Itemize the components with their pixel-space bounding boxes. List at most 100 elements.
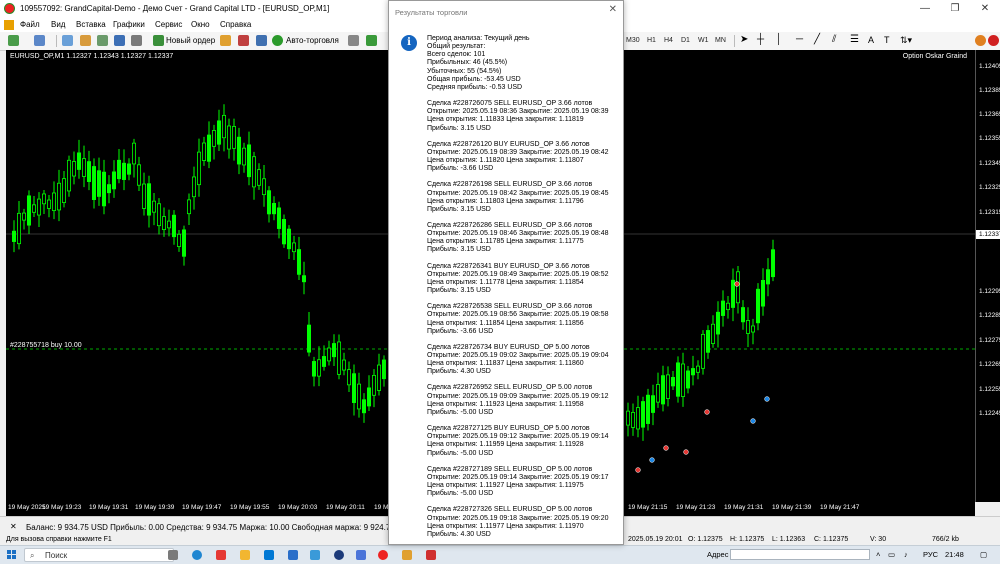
search-icon[interactable] — [975, 35, 986, 46]
candle — [72, 161, 77, 177]
new-order-button[interactable]: Новый ордер — [166, 36, 215, 45]
task-view-icon[interactable] — [168, 550, 178, 560]
timeframe-d1[interactable]: D1 — [681, 37, 690, 44]
notification-icon[interactable] — [988, 35, 999, 46]
profiles-icon[interactable] — [34, 35, 45, 46]
chart-candles-icon[interactable] — [366, 35, 377, 46]
signals-icon[interactable] — [256, 35, 267, 46]
cursor-tool-icon[interactable]: ➤ — [740, 34, 748, 45]
candle — [641, 401, 646, 428]
timeframe-w1[interactable]: W1 — [698, 37, 709, 44]
crosshair-icon[interactable]: ┼ — [757, 34, 764, 45]
candle — [736, 271, 741, 304]
candle — [36, 198, 41, 216]
channel-icon[interactable]: ⫽ — [832, 34, 836, 45]
menu-tools[interactable]: Сервис — [155, 20, 182, 29]
trade-record: Сделка #228726952 SELL EURUSD_OP 5.00 ло… — [427, 384, 619, 417]
candle — [186, 199, 191, 215]
address-input[interactable] — [730, 549, 870, 560]
text-tool-icon[interactable]: A — [868, 35, 874, 45]
file-explorer-icon[interactable] — [240, 550, 250, 560]
indicator-label: Option Oskar Graind — [902, 53, 967, 60]
trade-line: Прибыль: -5.00 USD — [427, 449, 494, 457]
notification-center-icon[interactable]: ▢ — [980, 550, 987, 559]
candle — [191, 176, 196, 198]
minimize-button[interactable]: — — [910, 0, 940, 18]
trade-line: Цена открытия: 1.11833 Цена закрытия: 1.… — [427, 116, 584, 124]
candle — [221, 114, 226, 139]
terminal-close-icon[interactable]: ✕ — [10, 522, 17, 531]
trade-line: Цена открытия: 1.11923 Цена закрытия: 1.… — [427, 400, 584, 408]
expert-icon[interactable] — [238, 35, 249, 46]
label-tool-icon[interactable]: T — [884, 35, 890, 45]
timeframe-h4[interactable]: H4 — [664, 37, 673, 44]
new-order-icon[interactable] — [153, 35, 164, 46]
volume-icon[interactable]: ♪ — [904, 550, 908, 559]
trade-line: Цена открытия: 1.11927 Цена закрытия: 1.… — [427, 482, 584, 490]
strategy-tester-icon[interactable] — [131, 35, 142, 46]
network-icon[interactable]: ▭ — [888, 550, 895, 559]
candle — [251, 156, 256, 188]
timeframe-h1[interactable]: H1 — [647, 37, 656, 44]
restore-button[interactable]: ❐ — [940, 0, 970, 18]
summary-line: Общий результат: — [427, 43, 486, 51]
trade-line: Цена открытия: 1.11977 Цена закрытия: 1.… — [427, 522, 584, 530]
menu-charts[interactable]: Графики — [113, 20, 145, 29]
menu-window[interactable]: Окно — [191, 20, 210, 29]
arrows-tool-icon[interactable]: ⇅▾ — [900, 35, 912, 46]
chart-bars-icon[interactable] — [348, 35, 359, 46]
candle — [271, 202, 276, 215]
terminal-icon[interactable] — [114, 35, 125, 46]
crosshair-tool-icon[interactable] — [80, 35, 91, 46]
app-icon[interactable] — [334, 550, 344, 560]
menu-help[interactable]: Справка — [220, 20, 251, 29]
terminal-app-icon[interactable] — [378, 550, 388, 560]
close-button[interactable]: ✕ — [970, 0, 1000, 18]
auto-trading-button[interactable]: Авто-торговля — [286, 36, 339, 45]
yandex-browser-icon[interactable] — [216, 550, 226, 560]
fibonacci-icon[interactable]: ☰ — [850, 34, 859, 45]
candle — [321, 356, 326, 367]
account-summary: Баланс: 9 934.75 USD Прибыль: 0.00 Средс… — [26, 523, 428, 532]
mdi-icon[interactable] — [4, 20, 14, 30]
menu-insert[interactable]: Вставка — [76, 20, 106, 29]
telegram-icon[interactable] — [310, 550, 320, 560]
navigator-icon[interactable] — [97, 35, 108, 46]
timeframe-mn[interactable]: MN — [715, 37, 726, 44]
windows-start-icon[interactable] — [7, 550, 17, 560]
market-watch-icon[interactable] — [62, 35, 73, 46]
yandex-app-icon[interactable] — [426, 550, 436, 560]
auto-trading-icon[interactable] — [272, 35, 283, 46]
status-high: H: 1.12375 — [730, 536, 765, 543]
candle — [361, 399, 366, 414]
mail-icon[interactable] — [288, 550, 298, 560]
trading-results-dialog[interactable]: Результаты торговли ✕ i Период анализа: … — [388, 0, 624, 545]
trade-line: Сделка #228726952 SELL EURUSD_OP 5.00 ло… — [427, 384, 593, 392]
trade-record: Сделка #228726120 BUY EURUSD_OP 3.66 лот… — [427, 141, 619, 174]
tray-chevron-icon[interactable]: ˄ — [876, 550, 880, 559]
trendline-icon[interactable]: ╱ — [814, 34, 820, 45]
chat-app-icon[interactable] — [356, 550, 366, 560]
order-line-label[interactable]: #228755718 buy 10.00 — [10, 342, 82, 349]
menu-file[interactable]: Файл — [20, 20, 40, 29]
menu-view[interactable]: Вид — [51, 20, 65, 29]
store-icon[interactable] — [264, 550, 274, 560]
trade-marker — [764, 396, 770, 402]
horizontal-line-icon[interactable]: ─ — [796, 34, 803, 45]
new-chart-icon[interactable] — [8, 35, 19, 46]
edge-browser-icon[interactable] — [192, 550, 202, 560]
input-language[interactable]: РУС — [923, 550, 938, 559]
metaeditor-app-icon[interactable] — [402, 550, 412, 560]
metaeditor-icon[interactable] — [220, 35, 231, 46]
price-label: 1.12275 — [979, 337, 1000, 344]
trade-record: Сделка #228726075 SELL EURUSD_OP 3.66 ло… — [427, 100, 619, 133]
taskbar-search[interactable]: ⌕ Поиск — [24, 548, 174, 562]
clock[interactable]: 21:48 — [945, 550, 964, 559]
time-label: 19 May 19:39 — [135, 504, 175, 511]
trade-line: Открытие: 2025.05.19 08:39 Закрытие: 202… — [427, 148, 609, 156]
dialog-close-button[interactable]: ✕ — [609, 4, 617, 15]
vertical-line-icon[interactable]: │ — [776, 34, 782, 45]
price-label: 1.12315 — [979, 209, 1000, 216]
timeframe-m30[interactable]: M30 — [626, 37, 640, 44]
candle — [716, 311, 721, 335]
